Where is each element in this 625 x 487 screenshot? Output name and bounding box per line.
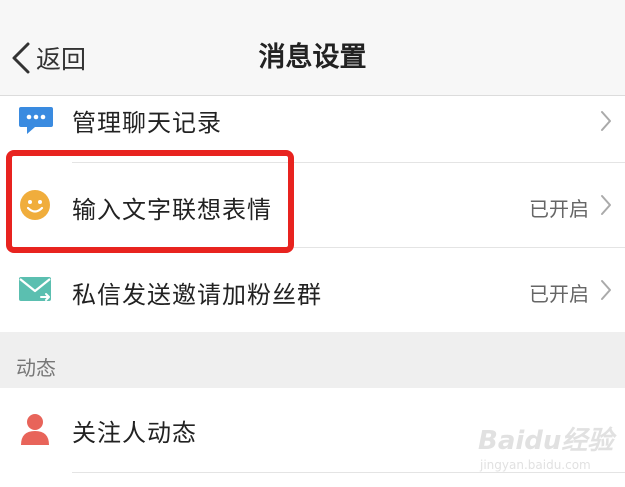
chevron-right-icon	[599, 193, 613, 221]
row-label: 关注人动态	[72, 419, 197, 447]
navigation-bar: 返回 消息设置	[0, 0, 625, 96]
row-label: 输入文字联想表情	[72, 196, 272, 224]
status-text: 已开启	[529, 282, 589, 306]
chat-bubble-icon	[18, 105, 54, 139]
chevron-right-icon	[599, 109, 613, 137]
watermark: Baidu经验 jingyan.baidu.com	[478, 420, 618, 480]
watermark-logo: Baidu经验	[478, 426, 614, 456]
section-gap	[0, 332, 625, 388]
row-label: 私信发送邀请加粉丝群	[72, 281, 322, 309]
row-dm-fan-group-invite[interactable]: 私信发送邀请加粉丝群 已开启	[0, 248, 625, 332]
envelope-share-icon	[18, 275, 54, 309]
watermark-url: jingyan.baidu.com	[480, 458, 591, 472]
smiley-icon	[18, 188, 52, 226]
person-icon	[18, 412, 52, 450]
row-word-emoji-suggest[interactable]: 输入文字联想表情 已开启	[0, 163, 625, 247]
row-label: 管理聊天记录	[72, 109, 222, 137]
status-text: 已开启	[529, 197, 589, 221]
section-title: 动态	[16, 356, 56, 380]
page-title: 消息设置	[258, 42, 367, 73]
chevron-right-icon	[599, 278, 613, 306]
row-manage-chat-history[interactable]: 管理聊天记录	[0, 96, 625, 162]
